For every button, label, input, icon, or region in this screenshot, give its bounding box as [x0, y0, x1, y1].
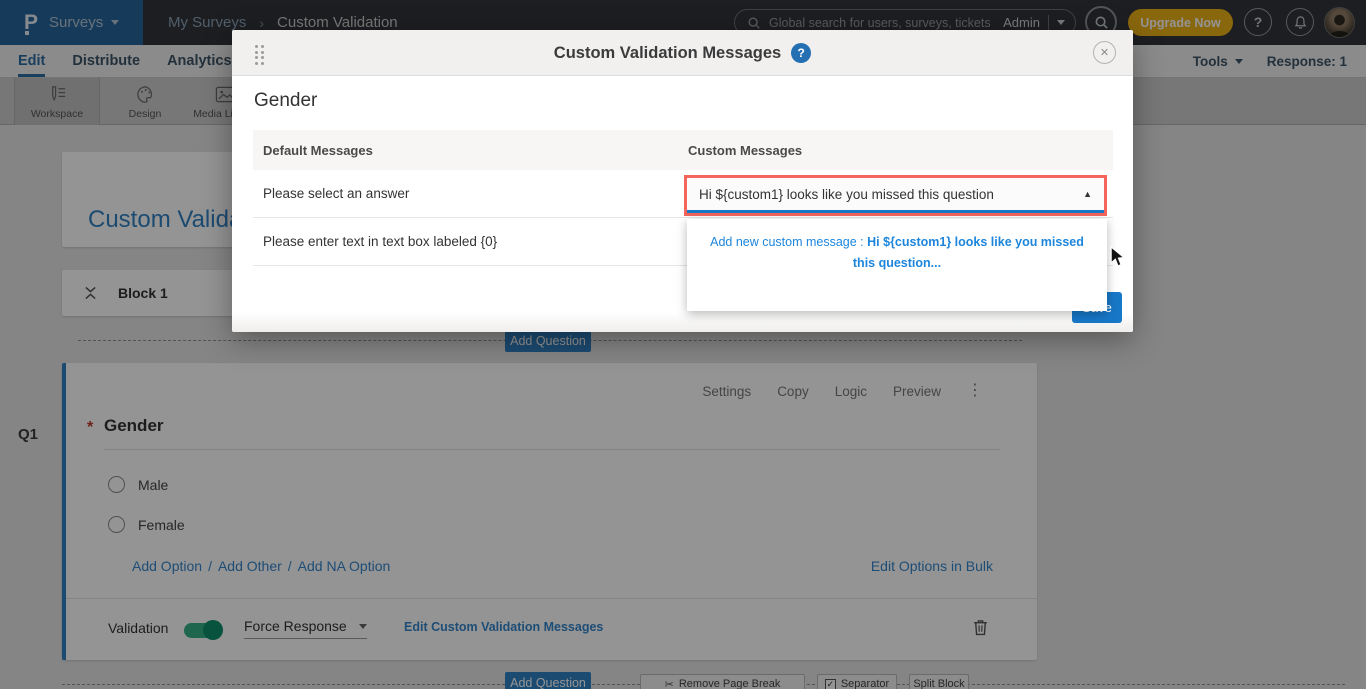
close-icon: ✕	[1100, 46, 1109, 59]
default-message-1: Please select an answer	[263, 186, 409, 201]
custom-message-select-inner: Hi ${custom1} looks like you missed this…	[687, 178, 1104, 213]
column-default-messages: Default Messages	[263, 143, 373, 158]
add-new-custom-message-prefix: Add new custom message :	[710, 235, 867, 249]
modal-question-title: Gender	[254, 90, 317, 112]
app-screen: P Surveys My Surveys › Custom Validation…	[0, 0, 1366, 689]
selected-custom-message: Hi ${custom1} looks like you missed this…	[699, 187, 994, 202]
messages-table-header: Default Messages Custom Messages	[253, 130, 1113, 170]
modal-help-icon[interactable]: ?	[791, 43, 811, 63]
modal-title-row: Custom Validation Messages ?	[232, 30, 1133, 76]
default-message-2: Please enter text in text box labeled {0…	[263, 234, 497, 249]
custom-message-dropdown[interactable]: Add new custom message : Hi ${custom1} l…	[687, 219, 1107, 311]
add-new-custom-message-text: Hi ${custom1} looks like you missed this…	[853, 235, 1084, 270]
modal-footer-shade	[232, 312, 1133, 332]
modal-close-button[interactable]: ✕	[1093, 41, 1116, 64]
custom-message-select[interactable]: Hi ${custom1} looks like you missed this…	[684, 175, 1107, 216]
modal-header: Custom Validation Messages ? ✕	[232, 30, 1133, 76]
chevron-up-icon[interactable]: ▲	[1083, 189, 1092, 199]
modal-title: Custom Validation Messages	[554, 44, 781, 63]
column-custom-messages: Custom Messages	[688, 143, 802, 158]
custom-validation-modal: Custom Validation Messages ? ✕ Gender De…	[232, 30, 1133, 332]
